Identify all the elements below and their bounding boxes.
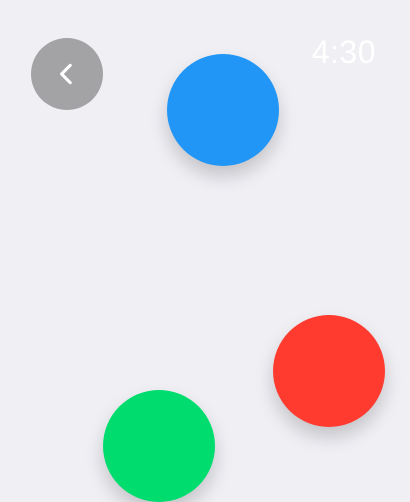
dot-green[interactable]: [103, 390, 215, 502]
chevron-left-icon: [54, 61, 80, 87]
dot-blue[interactable]: [167, 54, 279, 166]
timer: 4:30: [311, 34, 376, 70]
dot-red[interactable]: [273, 315, 385, 427]
back-button[interactable]: [31, 38, 103, 110]
